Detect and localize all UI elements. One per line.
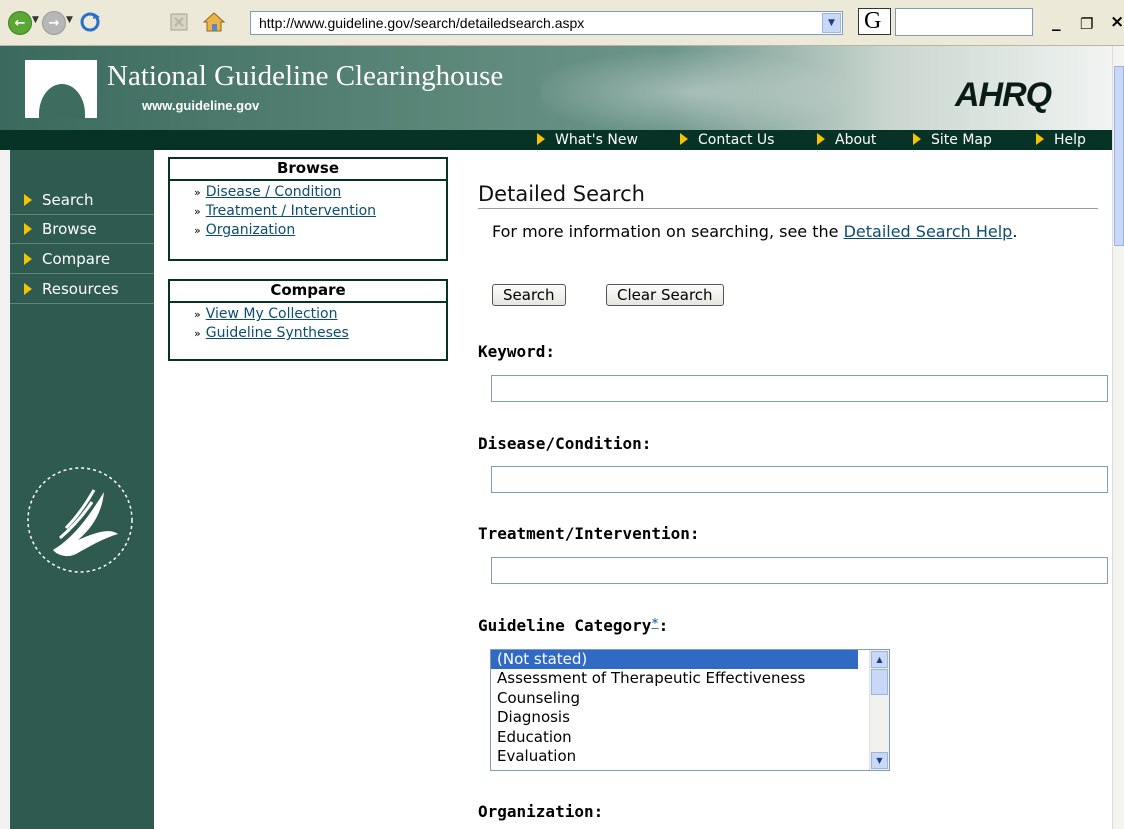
browse-title: Browse <box>170 159 446 181</box>
browse-disease-link[interactable]: Disease / Condition <box>206 184 342 200</box>
refresh-icon[interactable] <box>78 11 102 33</box>
disease-input[interactable] <box>491 466 1108 493</box>
forward-icon[interactable]: → <box>42 11 66 35</box>
category-option[interactable]: Assessment of Therapeutic Effectiveness <box>491 669 858 688</box>
window-edge <box>0 46 10 829</box>
organization-label: Organization: <box>478 802 604 821</box>
category-label-text: Guideline Category <box>478 616 652 635</box>
nav-label: Contact Us <box>698 132 775 148</box>
arrow-icon <box>24 253 32 265</box>
home-icon[interactable] <box>202 11 226 33</box>
divider <box>478 208 1098 209</box>
category-colon: : <box>658 616 669 635</box>
sidebar-item-search[interactable]: Search <box>10 186 154 215</box>
keyword-input[interactable] <box>491 375 1108 402</box>
browse-panel: Browse » Disease / Condition » Treatment /… <box>168 157 448 261</box>
nav-label: Site Map <box>931 132 992 148</box>
nav-whats-new[interactable]: What's New <box>537 130 638 150</box>
sidebar-item-label: Browse <box>42 220 97 238</box>
scroll-up-icon[interactable]: ▲ <box>871 651 888 668</box>
sidebar-item-browse[interactable]: Browse <box>10 215 154 244</box>
page-scrollbar[interactable] <box>1112 46 1124 829</box>
category-option[interactable]: (Not stated) <box>491 650 858 670</box>
search-button[interactable]: Search <box>492 284 566 306</box>
category-label: Guideline Category*: <box>478 616 668 635</box>
category-option[interactable]: Counseling <box>491 689 858 708</box>
google-toolbar-icon[interactable]: G <box>858 8 891 35</box>
site-header: National Guideline Clearinghouse www.gui… <box>0 46 1112 130</box>
site-title[interactable]: National Guideline Clearinghouse <box>107 60 503 93</box>
treatment-input[interactable] <box>491 557 1108 584</box>
list-item: » View My Collection <box>194 306 338 322</box>
list-item: » Organization <box>194 222 296 238</box>
ahrq-logo[interactable]: AHRQ <box>955 76 1052 115</box>
browse-treatment-link[interactable]: Treatment / Intervention <box>206 203 376 219</box>
forward-dropdown-icon[interactable]: ▼ <box>66 15 73 25</box>
arrow-icon <box>913 133 921 145</box>
address-bar[interactable]: http://www.guideline.gov/search/detailed… <box>250 11 843 35</box>
list-item: » Disease / Condition <box>194 184 342 200</box>
arrow-icon <box>537 133 545 145</box>
clear-search-button[interactable]: Clear Search <box>606 284 724 306</box>
stop-icon[interactable] <box>168 11 192 33</box>
category-option[interactable]: Diagnosis <box>491 708 858 727</box>
browse-organization-link[interactable]: Organization <box>206 222 296 238</box>
main-content: Detailed Search For more information on … <box>478 150 1112 829</box>
nav-site-map[interactable]: Site Map <box>913 130 992 150</box>
help-suffix: . <box>1012 222 1018 241</box>
nav-label: Help <box>1054 132 1086 148</box>
nav-help[interactable]: Help <box>1036 130 1086 150</box>
sidebar-item-label: Search <box>42 191 94 209</box>
compare-panel: Compare » View My Collection » Guideline S… <box>168 279 448 361</box>
arrow-icon <box>1036 133 1044 145</box>
top-navigation: What's New Contact Us About Site Map Hel… <box>0 130 1112 150</box>
category-option[interactable]: Evaluation <box>491 747 858 766</box>
hhs-seal-icon <box>27 467 133 573</box>
arrow-icon <box>680 133 688 145</box>
close-icon[interactable]: × <box>1110 12 1124 32</box>
arrow-icon <box>817 133 825 145</box>
restore-icon[interactable]: ❐ <box>1080 15 1093 33</box>
sidebar-item-label: Resources <box>42 280 119 298</box>
back-icon[interactable]: ← <box>8 11 32 35</box>
arrow-icon <box>24 283 32 295</box>
help-text: For more information on searching, see t… <box>492 220 1092 243</box>
arrow-icon <box>24 194 32 206</box>
site-url: www.guideline.gov <box>142 98 260 113</box>
help-prefix: For more information on searching, see t… <box>492 222 844 241</box>
sidebar-item-resources[interactable]: Resources <box>10 275 154 304</box>
page-title: Detailed Search <box>478 182 645 206</box>
banner-graphic <box>540 46 870 130</box>
arrow-icon <box>24 223 32 235</box>
list-item: » Guideline Syntheses <box>194 325 349 341</box>
back-dropdown-icon[interactable]: ▼ <box>32 15 39 25</box>
treatment-label: Treatment/Intervention: <box>478 524 700 543</box>
left-sidebar: Search Browse Compare Resources <box>10 150 154 829</box>
scroll-down-icon[interactable]: ▼ <box>871 752 888 769</box>
listbox-scrollbar[interactable]: ▲ ▼ <box>869 650 889 770</box>
minimize-icon[interactable]: _ <box>1052 12 1061 32</box>
list-item: » Treatment / Intervention <box>194 203 377 219</box>
required-marker-link[interactable]: * <box>651 616 658 630</box>
address-dropdown-icon[interactable]: ▼ <box>822 13 841 33</box>
guideline-category-select[interactable]: (Not stated) Assessment of Therapeutic E… <box>490 649 890 771</box>
nav-label: About <box>835 132 877 148</box>
browser-toolbar: ← ▼ → ▼ http://www.guideline.gov/search/… <box>0 0 1124 46</box>
nav-contact-us[interactable]: Contact Us <box>680 130 774 150</box>
detailed-search-help-link[interactable]: Detailed Search Help <box>844 222 1013 241</box>
scroll-thumb[interactable] <box>871 669 888 695</box>
toolbar-search-input[interactable] <box>895 8 1033 36</box>
nav-label: What's New <box>555 132 638 148</box>
sidebar-item-label: Compare <box>42 250 111 268</box>
sidebar-item-compare[interactable]: Compare <box>10 245 154 274</box>
nav-about[interactable]: About <box>817 130 876 150</box>
guideline-syntheses-link[interactable]: Guideline Syntheses <box>206 325 349 341</box>
category-option[interactable]: Education <box>491 728 858 747</box>
compare-title: Compare <box>170 281 446 303</box>
ngc-logo[interactable] <box>25 60 97 118</box>
keyword-label: Keyword: <box>478 342 556 361</box>
view-my-collection-link[interactable]: View My Collection <box>206 306 338 322</box>
disease-label: Disease/Condition: <box>478 434 652 453</box>
page-scroll-thumb[interactable] <box>1114 66 1124 246</box>
